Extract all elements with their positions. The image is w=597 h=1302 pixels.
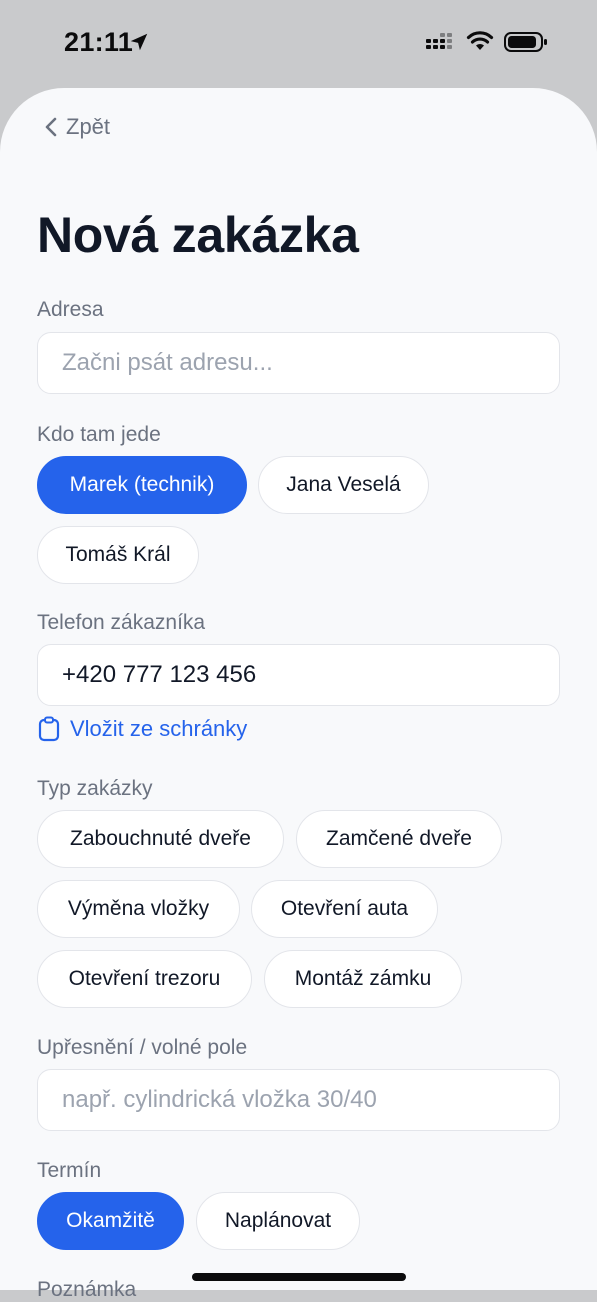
paste-from-clipboard-button[interactable]: Vložit ze schránky bbox=[38, 716, 247, 742]
phone-input[interactable]: +420 777 123 456 bbox=[37, 644, 560, 706]
term-label: Termín bbox=[37, 1159, 102, 1182]
battery-icon bbox=[504, 32, 547, 52]
new-job-sheet: Zpět Nová zakázka Adresa Začni psát adre… bbox=[0, 88, 597, 1301]
details-input[interactable]: např. cylindrická vložka 30/40 bbox=[37, 1069, 560, 1131]
term-chip-schedule[interactable]: Naplánovat bbox=[196, 1192, 360, 1250]
address-input[interactable]: Začni psát adresu... bbox=[37, 332, 560, 394]
back-label: Zpět bbox=[66, 114, 111, 139]
page-title: Nová zakázka bbox=[37, 207, 359, 263]
job-type-chip-vymena-vlozky[interactable]: Výměna vložky bbox=[37, 880, 240, 938]
status-time: 21:11 bbox=[64, 27, 134, 57]
job-type-chip-otevreni-trezoru[interactable]: Otevření trezoru bbox=[37, 950, 252, 1008]
job-type-chip-montaz-zamku[interactable]: Montáž zámku bbox=[264, 950, 462, 1008]
job-type-chip-zabouchnute[interactable]: Zabouchnuté dveře bbox=[37, 810, 284, 868]
assignee-label: Kdo tam jede bbox=[37, 423, 161, 446]
assignee-chip-jana[interactable]: Jana Veselá bbox=[258, 456, 429, 514]
wifi-icon bbox=[466, 31, 494, 50]
job-type-label: Typ zakázky bbox=[37, 777, 153, 800]
back-button[interactable]: Zpět bbox=[42, 114, 110, 140]
job-type-chip-otevreni-auta[interactable]: Otevření auta bbox=[251, 880, 438, 938]
location-arrow-icon bbox=[130, 33, 148, 51]
term-chip-immediately[interactable]: Okamžitě bbox=[37, 1192, 184, 1250]
assignee-chip-tomas[interactable]: Tomáš Král bbox=[37, 526, 199, 584]
phone-label: Telefon zákazníka bbox=[37, 611, 206, 634]
assignee-chip-marek[interactable]: Marek (technik) bbox=[37, 456, 247, 514]
cellular-signal-icon bbox=[426, 33, 452, 49]
job-type-chip-zamcene[interactable]: Zamčené dveře bbox=[296, 810, 502, 868]
chevron-left-icon bbox=[45, 117, 57, 137]
status-bar: 21:11 bbox=[0, 0, 597, 88]
details-label: Upřesnění / volné pole bbox=[37, 1036, 248, 1059]
note-label: Poznámka bbox=[37, 1278, 137, 1301]
paste-label: Vložit ze schránky bbox=[70, 716, 248, 741]
clipboard-icon bbox=[38, 716, 60, 742]
address-label: Adresa bbox=[37, 298, 104, 321]
home-indicator[interactable] bbox=[192, 1273, 406, 1281]
